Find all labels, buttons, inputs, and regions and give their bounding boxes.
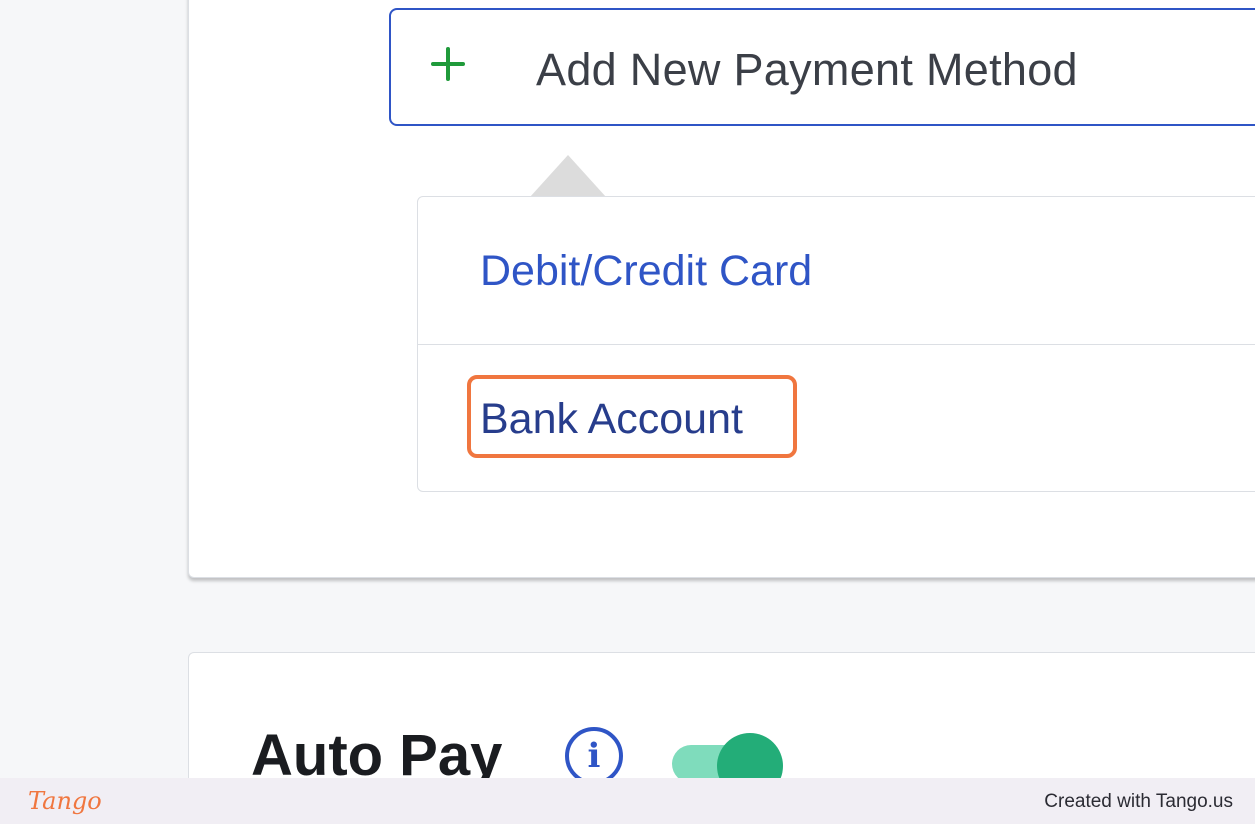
bank-account-highlight [467,375,797,458]
info-icon[interactable]: i [565,727,623,785]
menu-item-debit-credit-card[interactable]: Debit/Credit Card [418,197,1255,345]
dropdown-caret [530,155,606,197]
plus-icon [431,47,465,81]
tango-footer: Tango Created with Tango.us [0,778,1255,824]
add-payment-method-button[interactable]: Add New Payment Method [389,8,1255,126]
menu-item-label: Debit/Credit Card [480,247,813,295]
created-with-tango: Created with Tango.us [1044,791,1233,812]
add-payment-method-label: Add New Payment Method [536,44,1078,95]
screen: Add New Payment Method Debit/Credit Card… [0,0,1255,824]
tango-logo: Tango [28,787,102,815]
